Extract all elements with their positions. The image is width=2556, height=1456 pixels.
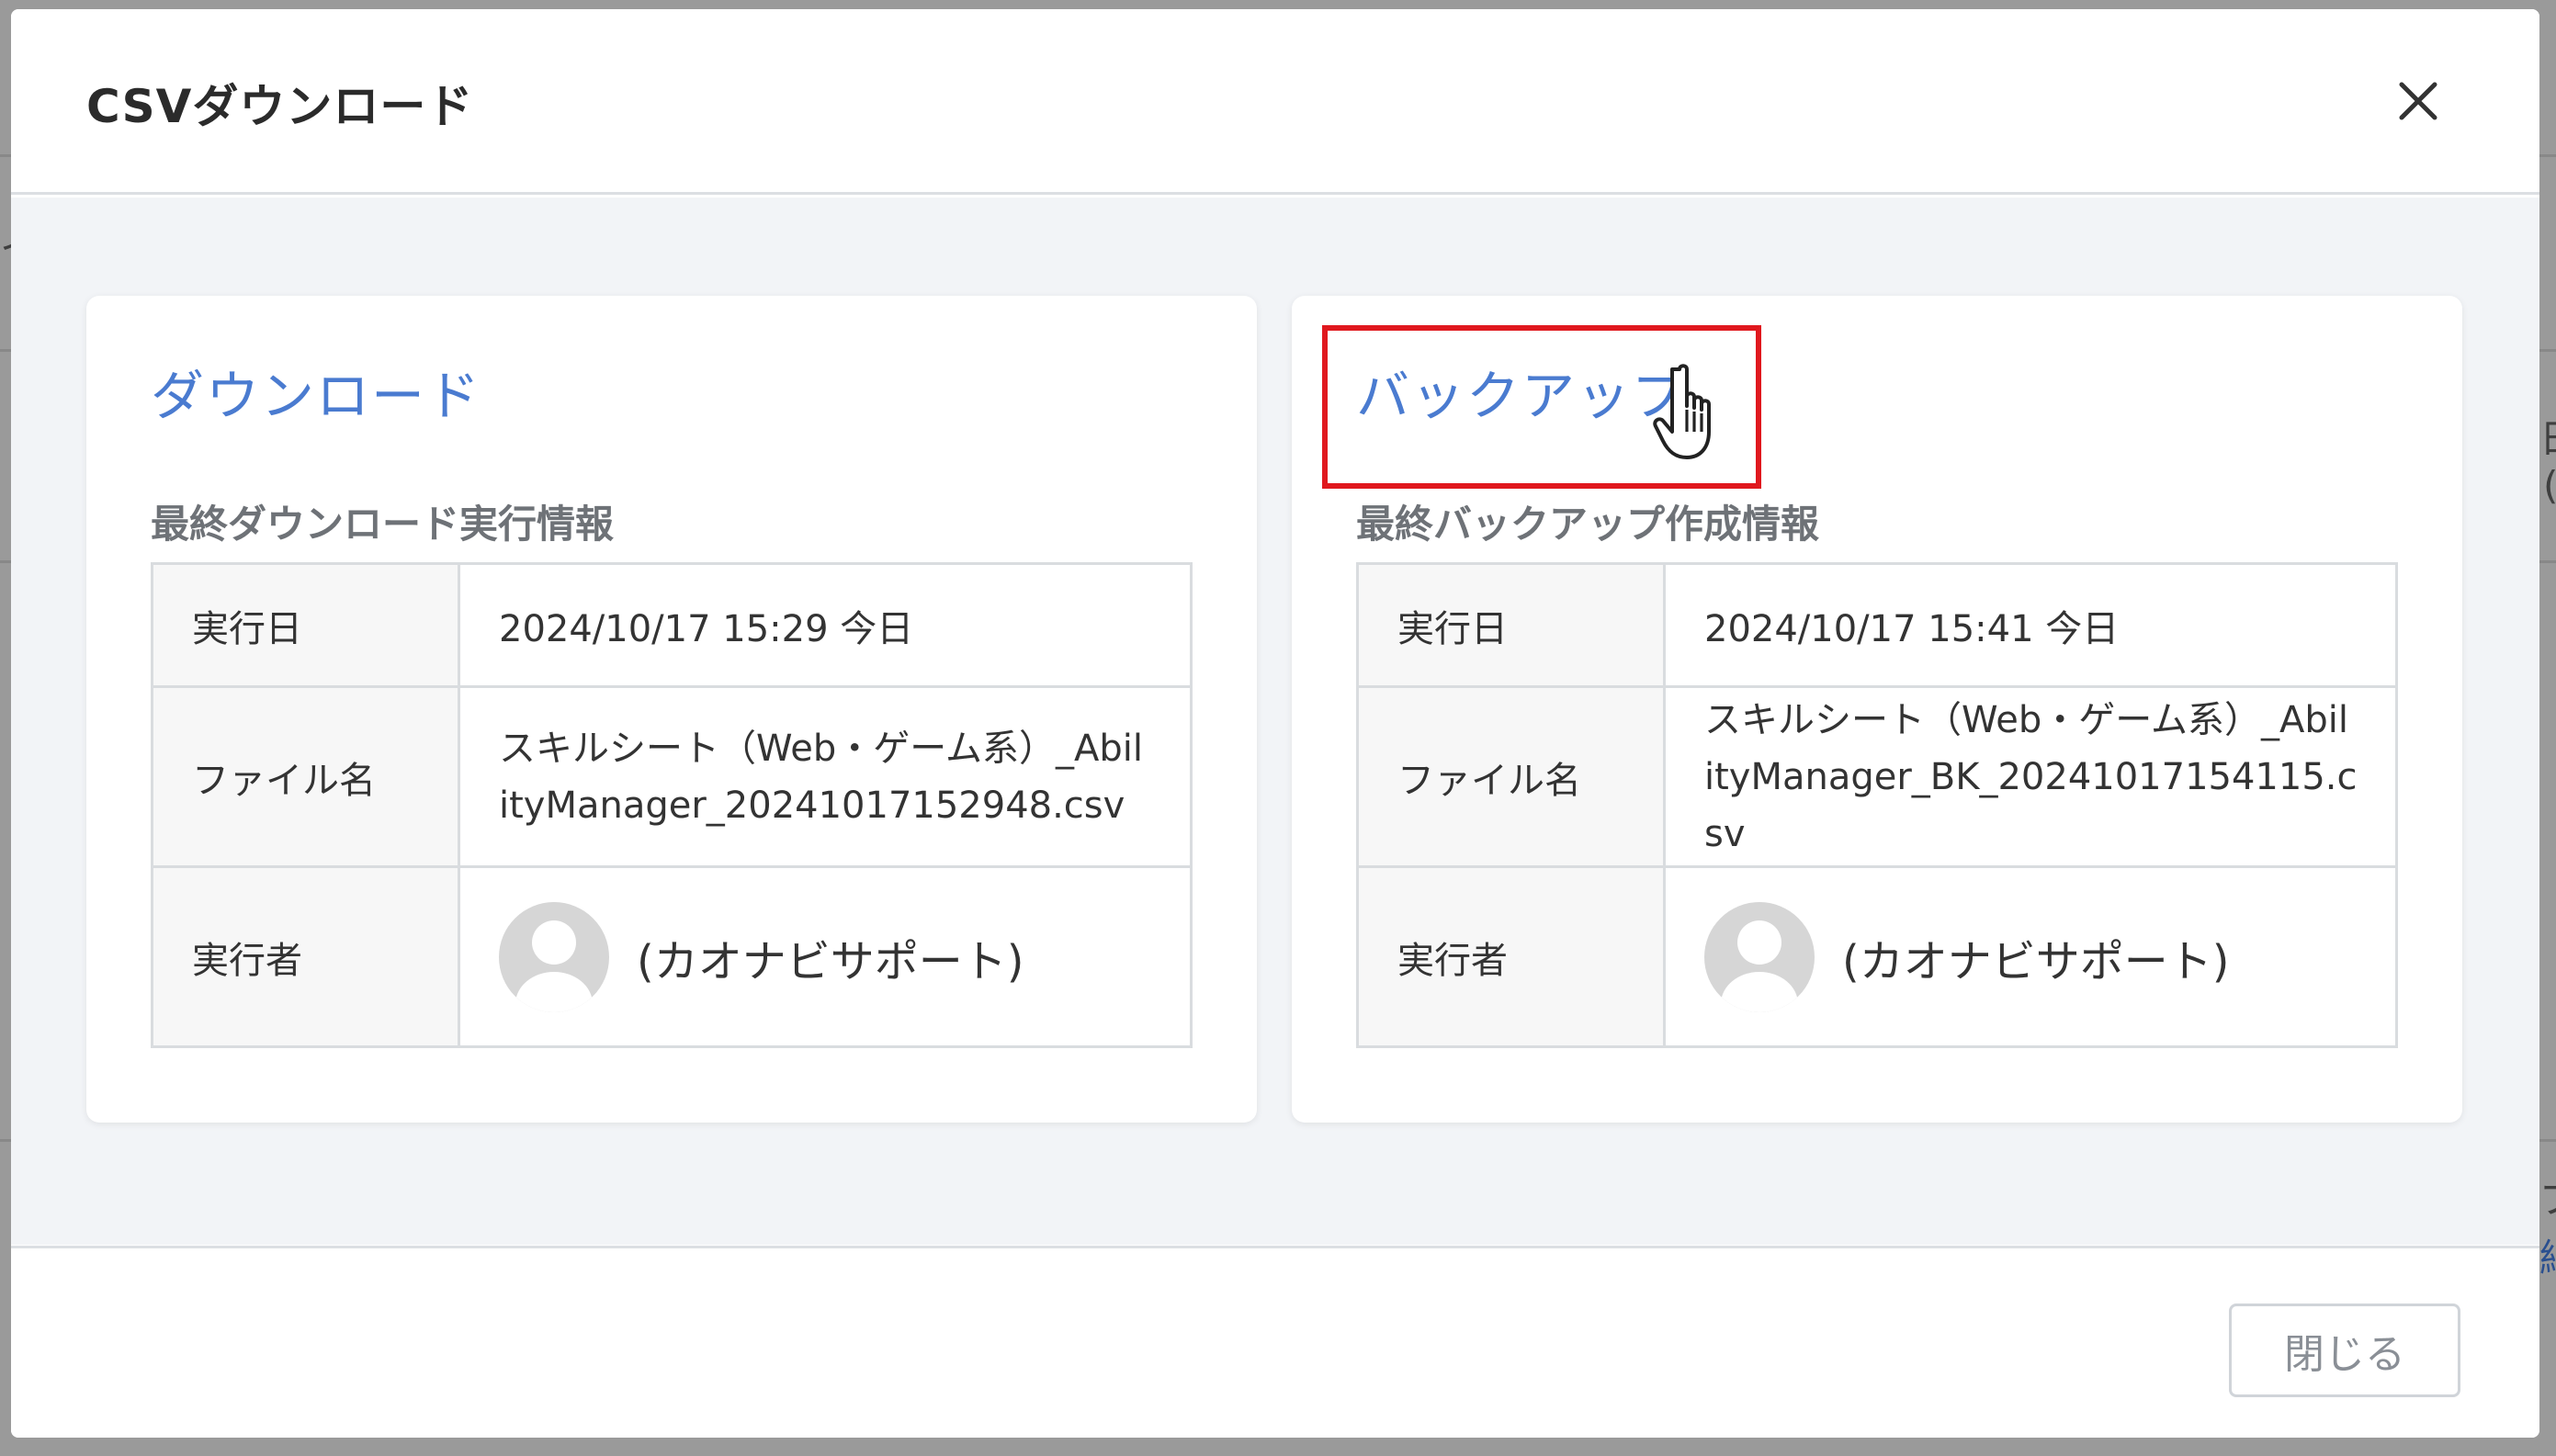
csv-download-modal: CSVダウンロード ダウンロード 最終ダウンロード実行情報 実行日 2024/1… — [11, 9, 2539, 1438]
table-row: 実行者 (カオナビサポート) — [1356, 865, 2398, 1048]
close-footer-button[interactable]: 閉じる — [2229, 1304, 2460, 1397]
user-avatar-icon — [499, 901, 609, 1012]
download-info-heading: 最終ダウンロード実行情報 — [151, 502, 615, 547]
bg-text-fragment: ブ — [2539, 1168, 2556, 1225]
user-name: (カオナビサポート) — [637, 935, 1024, 988]
file-value: スキルシート（Web・ゲーム系）_AbilityManager_BK_20241… — [1704, 698, 2358, 855]
table-row: ファイル名 スキルシート（Web・ゲーム系）_AbilityManager_BK… — [1356, 685, 2398, 868]
date-label: 実行日 — [1356, 562, 1666, 688]
modal-header: CSVダウンロード — [11, 9, 2539, 195]
bg-text-fragment: ( — [2543, 463, 2556, 508]
user-value-cell: (カオナビサポート) — [1663, 865, 2398, 1048]
download-link[interactable]: ダウンロード — [151, 353, 481, 430]
download-info-table: 実行日 2024/10/17 15:29 今日 ファイル名 スキルシート（Web… — [151, 562, 1193, 1048]
file-value: スキルシート（Web・ゲーム系）_AbilityManager_20241017… — [499, 727, 1143, 827]
table-row: 実行日 2024/10/17 15:41 今日 — [1356, 562, 2398, 688]
user-value-cell: (カオナビサポート) — [458, 865, 1193, 1048]
file-label: ファイル名 — [1356, 685, 1666, 868]
bg-text-fragment: 細 — [2539, 1227, 2556, 1283]
backup-info-heading: 最終バックアップ作成情報 — [1356, 502, 1820, 547]
download-card: ダウンロード 最終ダウンロード実行情報 実行日 2024/10/17 15:29… — [86, 296, 1257, 1123]
close-button[interactable] — [2381, 64, 2455, 138]
bg-text-fragment: 日 — [2539, 408, 2556, 464]
modal-title: CSVダウンロード — [86, 80, 474, 133]
file-label: ファイル名 — [151, 685, 460, 868]
table-row: 実行日 2024/10/17 15:29 今日 — [151, 562, 1193, 688]
date-value: 2024/10/17 15:29 今日 — [458, 562, 1193, 688]
date-value: 2024/10/17 15:41 今日 — [1663, 562, 2398, 688]
date-label: 実行日 — [151, 562, 460, 688]
modal-footer: 閉じる — [11, 1246, 2539, 1438]
table-row: ファイル名 スキルシート（Web・ゲーム系）_AbilityManager_20… — [151, 685, 1193, 868]
hand-pointer-icon — [1653, 364, 1711, 459]
file-value-cell: スキルシート（Web・ゲーム系）_AbilityManager_20241017… — [458, 685, 1193, 868]
table-row: 実行者 (カオナビサポート) — [151, 865, 1193, 1048]
file-value-cell: スキルシート（Web・ゲーム系）_AbilityManager_BK_20241… — [1663, 685, 2398, 868]
backup-info-table: 実行日 2024/10/17 15:41 今日 ファイル名 スキルシート（Web… — [1356, 562, 2398, 1048]
close-icon — [2399, 82, 2437, 120]
user-name: (カオナビサポート) — [1842, 935, 2230, 988]
user-label: 実行者 — [1356, 865, 1666, 1048]
user-avatar-icon — [1704, 901, 1815, 1012]
user-label: 実行者 — [151, 865, 460, 1048]
